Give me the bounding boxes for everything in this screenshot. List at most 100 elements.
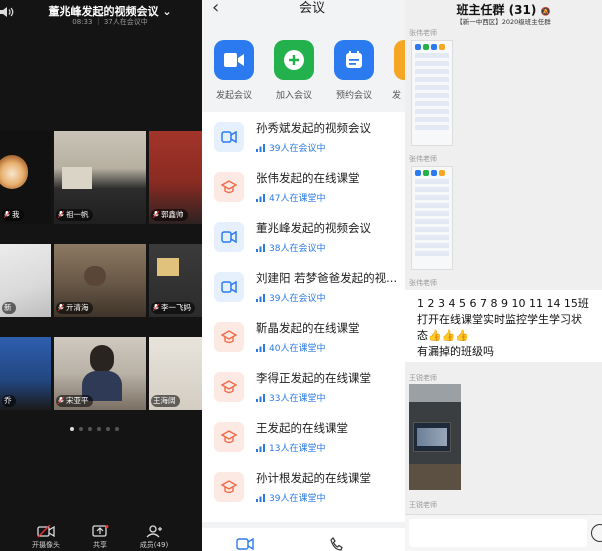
share-icon xyxy=(394,40,405,80)
page-dot xyxy=(70,427,74,431)
header: ‹ 会议 xyxy=(202,0,405,32)
photo-thumbnail[interactable] xyxy=(409,384,461,490)
participant-name: 宋亚平 xyxy=(56,395,93,407)
meeting-list-screen: ‹ 会议 发起会议 加入会议 预约会议 发 孙秀斌发起的视频会议 39人在会议中张… xyxy=(202,0,405,551)
video-meeting-icon xyxy=(214,272,244,302)
share-button[interactable]: 共享 xyxy=(80,525,120,550)
page-dot xyxy=(115,427,119,431)
meeting-list-item[interactable]: 李得正发起的在线课堂 33人在课堂中 xyxy=(202,362,405,412)
video-meeting-icon xyxy=(214,222,244,252)
video-meeting-icon xyxy=(214,122,244,152)
page-dot xyxy=(79,427,83,431)
participant-tile[interactable]: 郭鑫帅 xyxy=(149,131,202,224)
graduation-cap-icon xyxy=(214,172,244,202)
participant-name: 新 xyxy=(2,302,16,314)
meeting-count: 13人在课堂中 xyxy=(256,441,325,454)
camera-button[interactable]: 开摄像头 xyxy=(26,525,66,550)
meeting-toolbar: 开摄像头 共享 成员(49) xyxy=(0,515,202,551)
signal-bars-icon xyxy=(256,294,265,302)
plus-circle-icon xyxy=(274,40,314,80)
meeting-title: 刘建阳 若梦爸爸发起的视... xyxy=(256,271,398,285)
graduation-cap-icon xyxy=(214,372,244,402)
meeting-count: 40人在课堂中 xyxy=(256,341,325,354)
meeting-title: 张伟发起的在线课堂 xyxy=(256,171,360,185)
meeting-title: 靳晶发起的在线课堂 xyxy=(256,321,360,335)
meeting-count: 39人在会议中 xyxy=(256,291,325,304)
page-indicator[interactable] xyxy=(70,427,119,431)
meeting-list: 孙秀斌发起的视频会议 39人在会议中 张伟发起的在线课堂 47人在课堂中 董兆峰发起的视… xyxy=(202,112,405,522)
camera-off-icon xyxy=(37,525,55,538)
emoji-icon[interactable] xyxy=(591,524,602,542)
participant-tile[interactable]: 新 xyxy=(0,244,51,317)
participant-name: 李一飞妈 xyxy=(151,302,195,314)
participant-tile[interactable]: 祖一帆 xyxy=(54,131,146,224)
sender-name: 张伟老师 xyxy=(409,29,437,37)
participant-name: 王海阔 xyxy=(151,395,180,407)
graduation-cap-icon xyxy=(214,422,244,452)
chevron-left-icon[interactable]: ‹ xyxy=(212,0,219,18)
sender-name: 王锐老师 xyxy=(409,374,437,382)
signal-bars-icon xyxy=(256,444,265,452)
participant-name: 亓清海 xyxy=(56,302,93,314)
meeting-list-item[interactable]: 孙秀斌发起的视频会议 39人在会议中 xyxy=(202,112,405,162)
chat-subtitle: 【新一中西区】2020级班主任群 xyxy=(456,18,551,26)
phone-tab-icon[interactable] xyxy=(330,537,344,551)
participant-name: 我 xyxy=(2,209,24,221)
meeting-list-item[interactable]: 刘建阳 若梦爸爸发起的视... 39人在会议中 xyxy=(202,262,405,312)
video-meeting-screen: 董兆峰发起的视频会议 ⌄ 08:33 ｜ 37人在会议中 我 祖一帆 郭鑫帅 新… xyxy=(0,0,202,551)
page-title: 会议 xyxy=(298,1,326,16)
chat-message[interactable]: 1 2 3 4 5 6 7 8 9 10 11 14 15班 打开在线课堂实时监… xyxy=(405,290,602,362)
sender-name: 张伟老师 xyxy=(409,155,437,163)
bottom-tab-bar xyxy=(202,528,405,551)
signal-bars-icon xyxy=(256,144,265,152)
signal-bars-icon xyxy=(256,344,265,352)
participant-tile[interactable]: 王海阔 xyxy=(149,337,202,410)
participant-tile[interactable]: 宋亚平 xyxy=(54,337,146,410)
meeting-title: 李得正发起的在线课堂 xyxy=(256,371,371,385)
signal-bars-icon xyxy=(256,394,265,402)
schedule-meeting-button[interactable]: 预约会议 xyxy=(332,40,376,101)
meeting-count: 39人在课堂中 xyxy=(256,491,325,504)
participant-tile[interactable]: 我 xyxy=(0,131,51,224)
dog-avatar-icon xyxy=(0,155,28,189)
meeting-count: 33人在课堂中 xyxy=(256,391,325,404)
participant-name: 乔 xyxy=(2,395,16,407)
mute-icon: 🔕 xyxy=(540,7,551,16)
video-tab-icon[interactable] xyxy=(236,538,254,550)
meeting-list-item[interactable]: 孙计根发起的在线课堂 39人在课堂中 xyxy=(202,462,405,512)
signal-bars-icon xyxy=(256,194,265,202)
meeting-count: 47人在课堂中 xyxy=(256,191,325,204)
sender-name: 张伟老师 xyxy=(409,279,437,287)
speaker-icon[interactable] xyxy=(0,6,14,21)
signal-bars-icon xyxy=(256,494,265,502)
message-line: 1 2 3 4 5 6 7 8 9 10 11 14 15班 xyxy=(417,297,589,310)
screenshot-thumbnail[interactable] xyxy=(411,40,453,146)
members-button[interactable]: 成员(49) xyxy=(134,525,174,550)
meeting-count: 39人在会议中 xyxy=(256,141,325,154)
video-camera-icon xyxy=(214,40,254,80)
add-member-icon xyxy=(146,525,162,538)
sender-name: 王锐老师 xyxy=(409,501,437,509)
join-meeting-button[interactable]: 加入会议 xyxy=(272,40,316,101)
meeting-list-item[interactable]: 董兆峰发起的视频会议 38人在会议中 xyxy=(202,212,405,262)
participant-tile[interactable]: 亓清海 xyxy=(54,244,146,317)
calendar-icon xyxy=(334,40,374,80)
share-screen-icon xyxy=(92,525,109,537)
screenshot-thumbnail[interactable] xyxy=(411,166,453,270)
participant-tile[interactable]: 李一飞妈 xyxy=(149,244,202,317)
meeting-list-item[interactable]: 靳晶发起的在线课堂 40人在课堂中 xyxy=(202,312,405,362)
participant-tile[interactable]: 乔 xyxy=(0,337,51,410)
meeting-list-item[interactable]: 王发起的在线课堂 13人在课堂中 xyxy=(202,412,405,462)
meeting-count: 38人在会议中 xyxy=(256,241,325,254)
page-dot xyxy=(106,427,110,431)
page-dot xyxy=(97,427,101,431)
meeting-title: 孙秀斌发起的视频会议 xyxy=(256,121,371,135)
group-chat-screen: 班主任群 (31) 🔕 【新一中西区】2020级班主任群 张伟老师 张伟老师 张… xyxy=(405,0,602,551)
start-meeting-button[interactable]: 发起会议 xyxy=(212,40,256,101)
graduation-cap-icon xyxy=(214,472,244,502)
signal-bars-icon xyxy=(256,244,265,252)
message-input[interactable] xyxy=(409,519,587,547)
graduation-cap-icon xyxy=(214,322,244,352)
meeting-list-item[interactable]: 张伟发起的在线课堂 47人在课堂中 xyxy=(202,162,405,212)
share-action-button[interactable]: 发 xyxy=(392,40,405,101)
